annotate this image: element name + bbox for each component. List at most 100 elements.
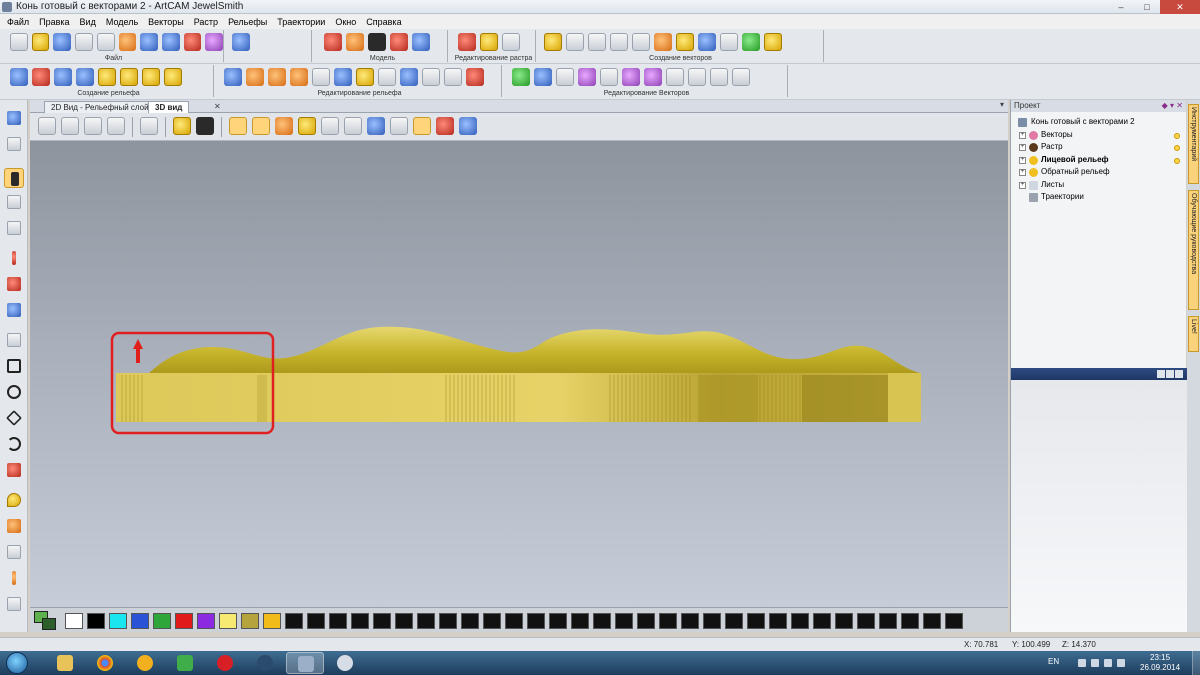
- open-file-icon[interactable]: [31, 33, 50, 51]
- relief-sweep-icon[interactable]: [76, 68, 94, 86]
- pen-tool[interactable]: [4, 248, 24, 268]
- taskbar-artcam[interactable]: [286, 652, 324, 674]
- swatch-empty[interactable]: [857, 613, 875, 629]
- scissors-tool[interactable]: [4, 542, 24, 562]
- paint-tool[interactable]: [4, 274, 24, 294]
- network-icon[interactable]: [1091, 659, 1099, 667]
- layers-vector-icon[interactable]: [698, 33, 716, 51]
- swatch-empty[interactable]: [945, 613, 963, 629]
- taskbar-app3[interactable]: [126, 652, 164, 674]
- relief-dome-icon[interactable]: [356, 68, 374, 86]
- swatch-empty[interactable]: [901, 613, 919, 629]
- redo-icon[interactable]: [161, 33, 180, 51]
- swatch-cyan[interactable]: [109, 613, 127, 629]
- tab-list-icon[interactable]: ▾: [1000, 100, 1004, 109]
- raster-fill-icon[interactable]: [480, 33, 498, 51]
- rectangle-tool[interactable]: [4, 356, 24, 376]
- swatch-empty[interactable]: [549, 613, 567, 629]
- tree-item-back-relief[interactable]: + Обратный рельеф: [1015, 166, 1186, 179]
- relief-cut-icon[interactable]: [378, 68, 396, 86]
- swatch-red[interactable]: [175, 613, 193, 629]
- menu-reliefs[interactable]: Рельефы: [227, 17, 268, 27]
- menu-file[interactable]: Файл: [6, 17, 30, 27]
- swatch-empty[interactable]: [703, 613, 721, 629]
- swatch-empty[interactable]: [439, 613, 457, 629]
- show-desktop-button[interactable]: [1192, 651, 1200, 675]
- polyline-tool[interactable]: [4, 330, 24, 350]
- taskbar-explorer[interactable]: [46, 652, 84, 674]
- vector-select-icon[interactable]: [556, 68, 574, 86]
- tab-tutorials[interactable]: Обучающие руководства: [1188, 190, 1199, 310]
- light-icon[interactable]: [173, 117, 191, 135]
- undo-icon[interactable]: [140, 33, 158, 51]
- grid-vector-icon[interactable]: [742, 33, 760, 51]
- swatch-empty[interactable]: [615, 613, 633, 629]
- swatch-empty[interactable]: [351, 613, 369, 629]
- vector-node-icon[interactable]: [600, 68, 618, 86]
- swatch-empty[interactable]: [923, 613, 941, 629]
- bezier-icon[interactable]: [588, 33, 606, 51]
- raster-brush-icon[interactable]: [502, 33, 520, 51]
- paste-icon[interactable]: [118, 33, 137, 51]
- swatch-empty[interactable]: [307, 613, 325, 629]
- trim-vector-icon[interactable]: [632, 33, 650, 51]
- transform-tool[interactable]: [4, 218, 24, 238]
- relief-bevel-icon[interactable]: [268, 68, 286, 86]
- stack-vector-icon[interactable]: [764, 33, 782, 51]
- relief-leaf-icon[interactable]: [32, 68, 50, 86]
- swatch-empty[interactable]: [813, 613, 831, 629]
- swatch-empty[interactable]: [527, 613, 545, 629]
- swatch-empty[interactable]: [681, 613, 699, 629]
- swatch-light-yellow[interactable]: [219, 613, 237, 629]
- volume-icon[interactable]: [1104, 659, 1112, 667]
- shaded-icon[interactable]: [413, 117, 431, 135]
- swatch-empty[interactable]: [571, 613, 589, 629]
- swatch-empty[interactable]: [747, 613, 765, 629]
- edit-icon[interactable]: [183, 33, 202, 51]
- new-file-icon[interactable]: [10, 33, 28, 51]
- relief-display-icon[interactable]: [229, 117, 247, 135]
- swatch-white[interactable]: [65, 613, 83, 629]
- tab-2d-view[interactable]: 2D Вид - Рельефный слой: [44, 101, 156, 113]
- language-indicator[interactable]: EN: [1048, 657, 1059, 666]
- iso-view-icon[interactable]: [38, 117, 56, 135]
- swatch-empty[interactable]: [417, 613, 435, 629]
- layer-tool[interactable]: [4, 300, 24, 320]
- relief-fade-icon[interactable]: [444, 68, 462, 86]
- relief-extrude-icon[interactable]: [142, 68, 160, 86]
- spiral-icon[interactable]: [654, 33, 672, 51]
- panel-buttons[interactable]: ◆ ▾ ✕: [1162, 100, 1183, 112]
- model-texture-icon[interactable]: [368, 33, 386, 51]
- zoom-tool[interactable]: [4, 108, 24, 128]
- swatch-empty[interactable]: [791, 613, 809, 629]
- tree-item-toolpaths[interactable]: Траектории: [1015, 191, 1186, 204]
- swatch-empty[interactable]: [505, 613, 523, 629]
- bandage-tool[interactable]: [4, 516, 24, 536]
- swatch-olive[interactable]: [241, 613, 259, 629]
- swatch-empty[interactable]: [483, 613, 501, 629]
- front-view-icon[interactable]: [61, 117, 79, 135]
- menu-window[interactable]: Окно: [334, 17, 357, 27]
- taskbar-opera[interactable]: [206, 652, 244, 674]
- vector-offset-icon[interactable]: [578, 68, 596, 86]
- close-icon[interactable]: [1175, 370, 1183, 378]
- vector-add-icon[interactable]: [512, 68, 530, 86]
- background-color[interactable]: [42, 618, 56, 630]
- relief-plane-edit-icon[interactable]: [224, 68, 242, 86]
- color-relief-icon[interactable]: [436, 117, 454, 135]
- relief-column-icon[interactable]: [400, 68, 418, 86]
- swatch-green[interactable]: [153, 613, 171, 629]
- swatch-empty[interactable]: [879, 613, 897, 629]
- book-icon[interactable]: [205, 33, 223, 51]
- side-view-icon[interactable]: [84, 117, 102, 135]
- swatch-empty[interactable]: [461, 613, 479, 629]
- tray-arrow-icon[interactable]: [1078, 659, 1086, 667]
- help-icon[interactable]: [232, 33, 250, 51]
- swatch-yellow[interactable]: [263, 613, 281, 629]
- relief-shape-icon[interactable]: [10, 68, 28, 86]
- swatch-empty[interactable]: [769, 613, 787, 629]
- model-origin-icon[interactable]: [390, 33, 408, 51]
- swatch-empty[interactable]: [835, 613, 853, 629]
- depth-map-icon[interactable]: [459, 117, 477, 135]
- visibility-bulb-icon[interactable]: [1174, 145, 1180, 151]
